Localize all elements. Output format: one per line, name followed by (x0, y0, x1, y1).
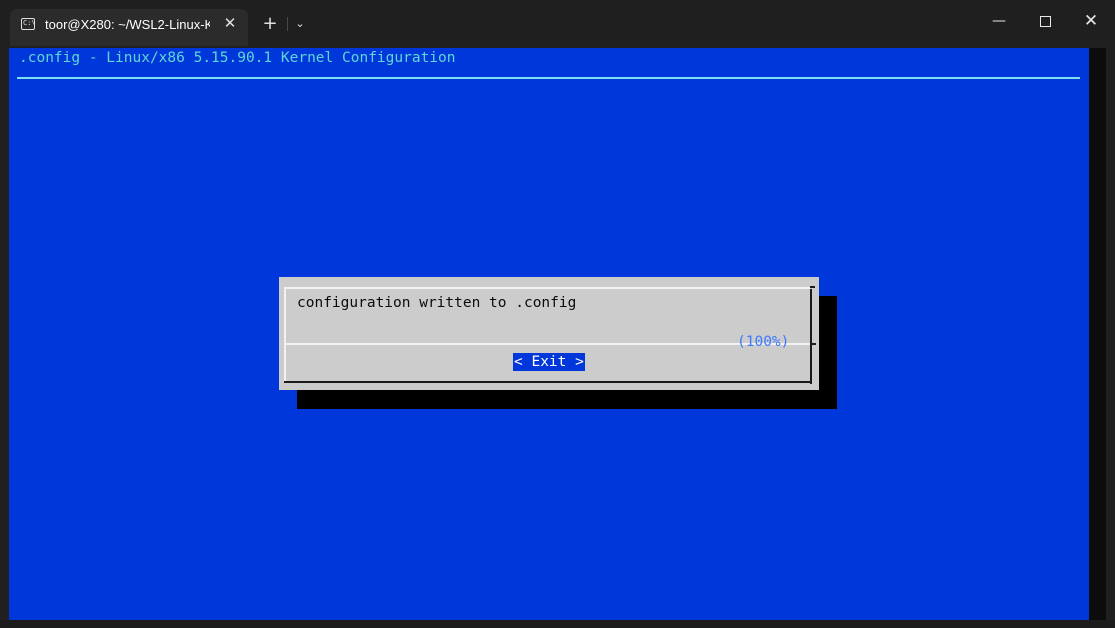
scroll-percent: (100%) (737, 334, 790, 350)
tab-title: toor@X280: ~/WSL2-Linux-Ke (45, 17, 210, 32)
maximize-icon (1039, 16, 1051, 27)
new-tab-button[interactable]: + (259, 13, 281, 35)
window-bottom-edge (0, 620, 1115, 628)
dialog-border-top (284, 287, 810, 289)
menuconfig-header-title: .config - Linux/x86 5.15.90.1 Kernel Con… (19, 50, 456, 66)
close-window-button[interactable]: ✕ (1071, 6, 1111, 36)
minimize-button[interactable]: — (979, 6, 1019, 36)
scrollbar-track[interactable] (1089, 48, 1106, 620)
title-bar: C:\ toor@X280: ~/WSL2-Linux-Ke ✕ + ⌄ — ✕ (0, 0, 1115, 46)
terminal-icon: C:\ (21, 18, 35, 30)
terminal-tab[interactable]: C:\ toor@X280: ~/WSL2-Linux-Ke ✕ (10, 9, 248, 46)
header-divider (17, 77, 1080, 79)
dialog-border-left (284, 287, 286, 382)
maximize-button[interactable] (1025, 6, 1065, 36)
tab-close-icon[interactable]: ✕ (220, 13, 240, 33)
dialog-divider-tick (810, 343, 816, 345)
dialog-border-corner (810, 286, 815, 288)
chevron-down-icon[interactable]: ⌄ (290, 13, 310, 35)
message-dialog: configuration written to .config (100%) … (279, 277, 819, 390)
dialog-message: configuration written to .config (297, 295, 577, 311)
dialog-border-right (810, 289, 812, 384)
exit-button[interactable]: < Exit > (513, 353, 585, 371)
terminal-window: C:\ toor@X280: ~/WSL2-Linux-Ke ✕ + ⌄ — ✕… (0, 0, 1115, 628)
tab-separator (287, 17, 288, 31)
terminal-viewport[interactable]: .config - Linux/x86 5.15.90.1 Kernel Con… (9, 48, 1089, 620)
dialog-divider (284, 343, 810, 345)
dialog-border-bottom (284, 381, 812, 383)
